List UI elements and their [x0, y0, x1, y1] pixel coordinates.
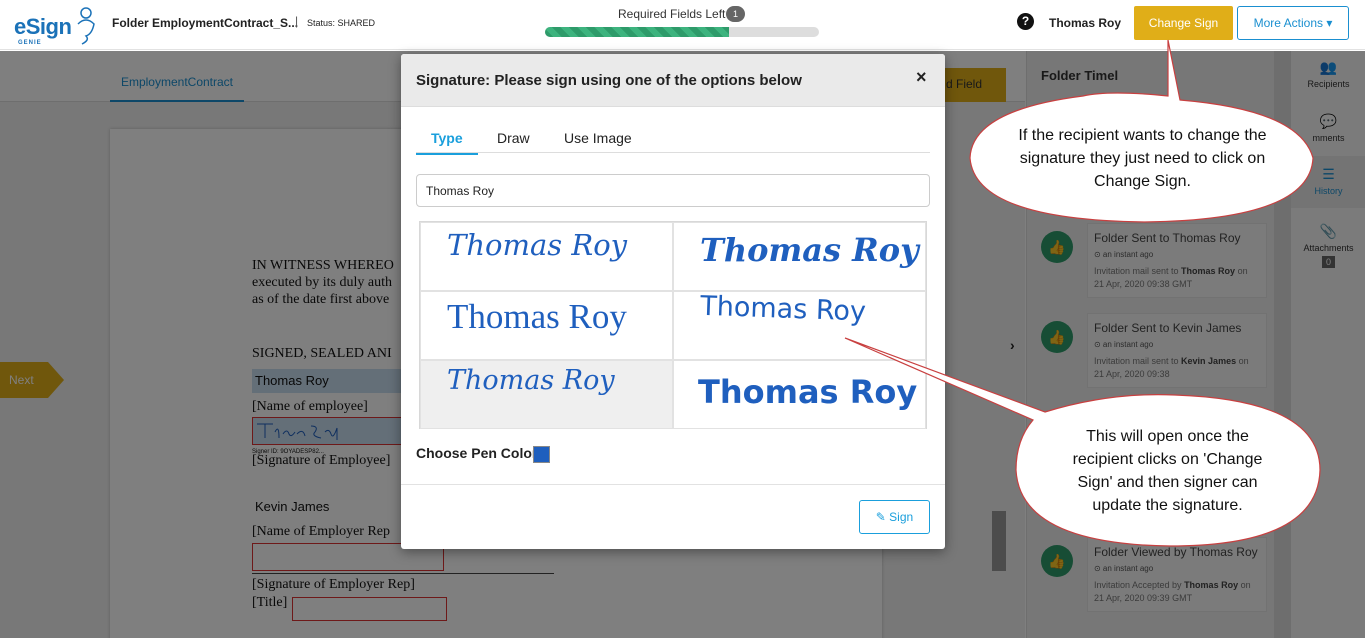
callout-bottom-text: This will open once the recipient clicks… [1072, 428, 1263, 514]
callout-top-text: If the recipient wants to change the sig… [1018, 127, 1267, 190]
callout-bubbles [844, 39, 1321, 547]
